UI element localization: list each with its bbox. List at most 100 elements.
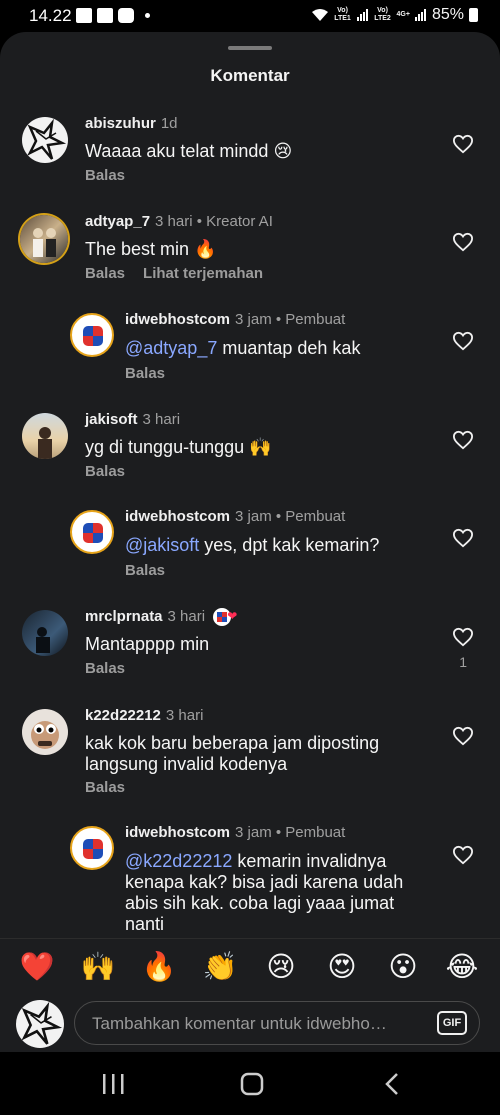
comment-meta: 3 jam • Pembuat	[235, 824, 346, 841]
heart-icon[interactable]	[452, 430, 474, 450]
battery-icon	[469, 8, 478, 22]
reply-button[interactable]: Balas	[85, 463, 125, 480]
comment-username[interactable]: idwebhostcom	[125, 508, 230, 525]
comment-actions: Balas Lihat terjemahan	[85, 265, 263, 282]
comment-username[interactable]: idwebhostcom	[125, 311, 230, 328]
heart-icon[interactable]	[452, 528, 474, 548]
back-icon[interactable]	[378, 1070, 408, 1098]
youtube-icon	[118, 8, 134, 23]
comment-header: mrclprnata 3 hari ❤	[85, 608, 239, 627]
wifi-icon	[311, 9, 328, 21]
avatar[interactable]	[22, 117, 68, 163]
comment-username[interactable]: abiszuhur	[85, 115, 156, 132]
sim2-label: Vo) LTE2	[374, 7, 391, 22]
comment-header: abiszuhur 1d	[85, 115, 178, 132]
status-bar: 14.22 Vo) LTE1 Vo) LTE2 4G+ 85%	[0, 0, 500, 34]
more-notifications-dot	[145, 13, 150, 18]
signal-icon-2	[414, 9, 426, 21]
comment-body: yes, dpt kak kemarin?	[199, 535, 380, 555]
mention-link[interactable]: @adtyap_7	[125, 338, 217, 358]
recents-icon[interactable]	[98, 1070, 128, 1098]
reply-button[interactable]: Balas	[85, 167, 125, 184]
comment-body: muantap deh kak	[217, 338, 361, 358]
comment-header: idwebhostcom 3 jam • Pembuat	[125, 311, 345, 328]
comment-input[interactable]: Tambahkan komentar untuk idwebho… GIF	[74, 1001, 480, 1045]
status-time: 14.22	[29, 6, 72, 25]
comment-text: @k22d22212 kemarin invalidnya kenapa kak…	[125, 851, 425, 935]
comment-username[interactable]: k22d22212	[85, 707, 161, 724]
gmail-icon	[76, 8, 92, 23]
heart-icon[interactable]	[452, 134, 474, 154]
reaction-heart-eyes[interactable]: 😍	[322, 951, 362, 983]
comment-username[interactable]: jakisoft	[85, 411, 138, 428]
battery-percent: 85%	[431, 6, 464, 23]
avatar[interactable]	[70, 826, 114, 870]
brand-logo	[83, 326, 103, 346]
heart-icon[interactable]	[452, 232, 474, 252]
mention-link[interactable]: @k22d22212	[125, 851, 232, 871]
heart-icon[interactable]	[452, 726, 474, 746]
see-translation-button[interactable]: Lihat terjemahan	[143, 265, 263, 282]
avatar[interactable]	[22, 610, 68, 656]
system-nav-bar	[0, 1052, 500, 1115]
comment-text: Waaaa aku telat mindd 😢	[85, 141, 293, 161]
comment-meta: 3 jam • Pembuat	[235, 311, 346, 328]
avatar[interactable]	[20, 215, 68, 263]
avatar[interactable]	[22, 709, 68, 755]
comment-username[interactable]: mrclprnata	[85, 608, 163, 625]
heart-icon[interactable]	[452, 845, 474, 865]
reaction-clap[interactable]: 👏	[200, 951, 240, 983]
comment-actions: Balas	[85, 167, 125, 184]
comment-meta: 3 hari • Kreator AI	[155, 213, 273, 230]
reply-button[interactable]: Balas	[85, 660, 125, 677]
reply-button[interactable]: Balas	[125, 562, 165, 579]
comment-meta: 3 hari	[142, 411, 181, 428]
reaction-raised-hands[interactable]: 🙌	[78, 951, 118, 983]
comment-composer: Tambahkan komentar untuk idwebho… GIF	[0, 998, 500, 1052]
brand-logo	[83, 839, 103, 859]
mention-link[interactable]: @jakisoft	[125, 535, 199, 555]
gif-icon[interactable]: GIF	[437, 1011, 467, 1035]
comment-header: jakisoft 3 hari	[85, 411, 180, 428]
comment-text: @jakisoft yes, dpt kak kemarin?	[125, 535, 379, 556]
heart-icon[interactable]	[452, 627, 474, 647]
avatar[interactable]	[70, 313, 114, 357]
brand-logo	[83, 523, 103, 543]
like-count: 1	[459, 654, 467, 670]
reaction-wow[interactable]: 😮	[383, 951, 423, 983]
reply-button[interactable]: Balas	[85, 779, 125, 796]
reply-button[interactable]: Balas	[85, 265, 125, 282]
comment-header: adtyap_7 3 hari • Kreator AI	[85, 213, 273, 230]
creator-liked-badge: ❤	[213, 608, 239, 627]
notification-icons	[76, 8, 150, 23]
avatar[interactable]	[70, 510, 114, 554]
home-icon[interactable]	[237, 1070, 267, 1098]
comment-text: Mantapppp min	[85, 634, 210, 654]
signal-icon	[356, 9, 368, 21]
comment-actions: Balas	[125, 365, 165, 382]
comment-text: @adtyap_7 muantap deh kak	[125, 338, 360, 359]
comment-username[interactable]: adtyap_7	[85, 213, 150, 230]
comment-header: k22d22212 3 hari	[85, 707, 203, 724]
comment-input-placeholder: Tambahkan komentar untuk idwebho…	[92, 1014, 387, 1033]
comment-meta: 3 hari	[165, 707, 204, 724]
avatar[interactable]	[22, 413, 68, 459]
heart-icon[interactable]	[452, 331, 474, 351]
gallery-icon	[97, 8, 113, 23]
network-type: 4G+	[396, 11, 410, 18]
status-right: Vo) LTE1 Vo) LTE2 4G+ 85%	[311, 6, 478, 24]
comment-meta: 3 hari	[167, 608, 206, 625]
comment-text: kak kok baru beberapa jam diposting lang…	[85, 733, 380, 774]
reaction-laugh[interactable]: 😂	[442, 951, 482, 983]
drag-handle[interactable]	[228, 46, 272, 50]
comment-text: yg di tunggu-tunggu 🙌	[85, 437, 272, 457]
comment-meta: 1d	[160, 115, 178, 132]
reaction-heart[interactable]: ❤️	[17, 951, 57, 983]
comment-meta: 3 jam • Pembuat	[235, 508, 346, 525]
reply-button[interactable]: Balas	[125, 365, 165, 382]
reaction-cry[interactable]: 😢	[261, 951, 301, 983]
comment-username[interactable]: idwebhostcom	[125, 824, 230, 841]
reaction-fire[interactable]: 🔥	[139, 951, 179, 983]
sheet-title: Komentar	[210, 66, 290, 85]
comment-actions: Balas	[125, 562, 165, 579]
